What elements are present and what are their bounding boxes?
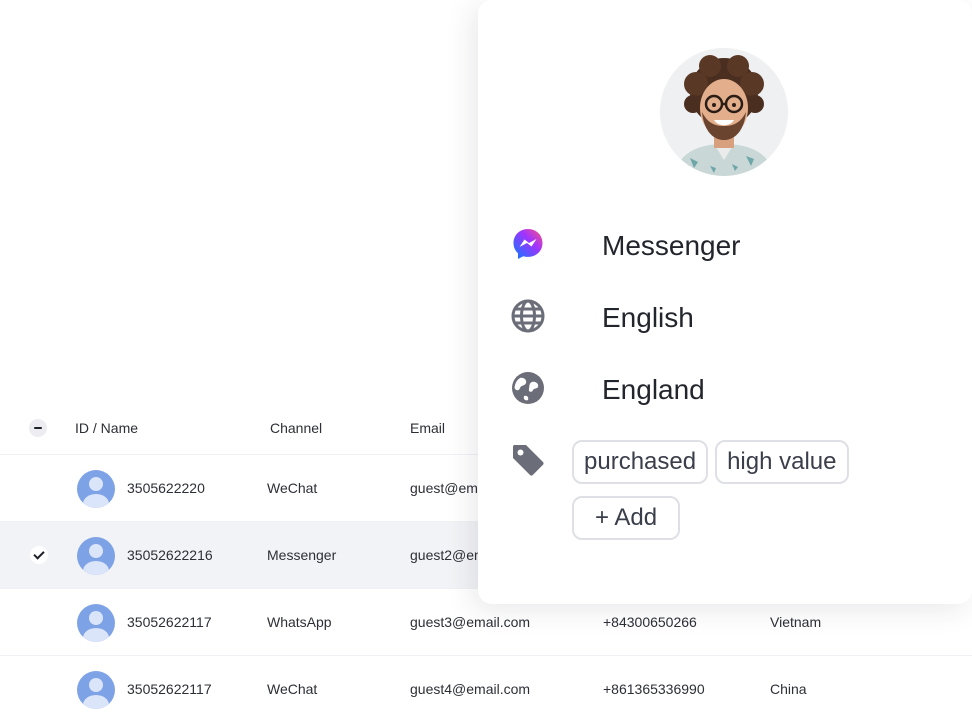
row-id: 35052622117: [127, 681, 212, 697]
profile-language-label: English: [602, 302, 694, 333]
row-id: 35052622117: [127, 614, 212, 630]
row-channel: WhatsApp: [267, 614, 332, 630]
tag-chip[interactable]: high value: [715, 440, 849, 484]
row-channel: WeChat: [267, 681, 318, 697]
row-email: guest4@email.com: [410, 681, 531, 697]
profile-location-label: England: [602, 374, 705, 405]
column-header-id-name[interactable]: ID / Name: [75, 420, 138, 436]
profile-channel-row: Messenger: [510, 224, 950, 264]
column-header-email[interactable]: Email: [410, 420, 445, 436]
row-email: guest3@email.com: [410, 614, 531, 630]
row-checkbox[interactable]: [30, 680, 48, 698]
profile-language-row: English: [510, 296, 950, 336]
add-tag-button[interactable]: + Add: [572, 496, 681, 540]
row-checkbox[interactable]: [30, 613, 48, 631]
tag-chip[interactable]: purchased: [572, 440, 709, 484]
avatar: [77, 604, 115, 642]
tag-list: purchased high value + Add: [572, 440, 902, 552]
row-phone: +861365336990: [603, 681, 705, 697]
table-row[interactable]: 35052622117 WeChat guest4@email.com +861…: [0, 655, 972, 722]
row-checkbox[interactable]: [30, 546, 48, 564]
row-channel: Messenger: [267, 547, 337, 563]
row-id: 3505622220: [127, 480, 205, 496]
column-header-channel[interactable]: Channel: [270, 420, 322, 436]
avatar: [77, 537, 115, 575]
row-checkbox[interactable]: [30, 479, 48, 497]
avatar: [77, 470, 115, 508]
row-channel: WeChat: [267, 480, 318, 496]
earth-icon: [510, 370, 546, 406]
row-country: Vietnam: [770, 614, 822, 630]
select-all-checkbox[interactable]: [29, 419, 47, 437]
profile-photo: [660, 48, 788, 176]
avatar: [77, 671, 115, 709]
messenger-icon: [510, 226, 546, 262]
row-id: 35052622216: [127, 547, 213, 563]
row-country: China: [770, 681, 807, 697]
tag-icon: [510, 442, 546, 478]
profile-location-row: England: [510, 368, 950, 408]
profile-channel-label: Messenger: [602, 230, 741, 261]
row-phone: +84300650266: [603, 614, 697, 630]
globe-icon: [510, 298, 546, 334]
contact-profile-card: Messenger English England purchased high…: [478, 0, 972, 604]
